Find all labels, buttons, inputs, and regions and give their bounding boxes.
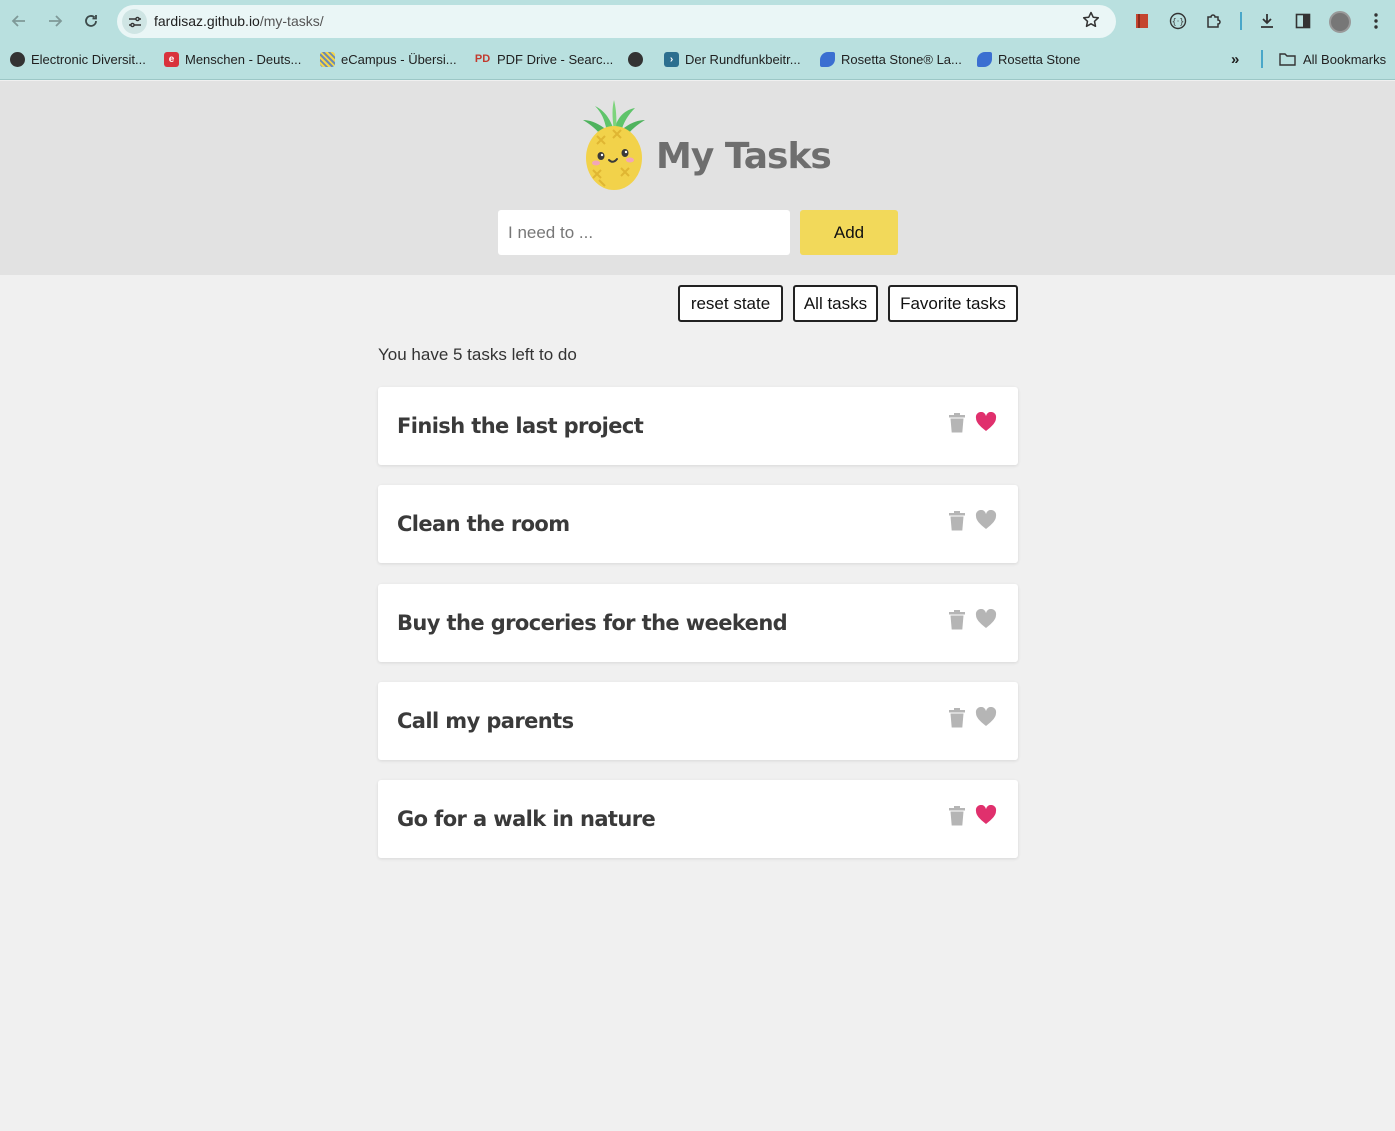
all-bookmarks-button[interactable]: All Bookmarks (1279, 47, 1386, 71)
trash-icon[interactable] (948, 511, 966, 531)
trash-icon[interactable] (948, 610, 966, 630)
bookmark-item[interactable]: Electronic Diversit... (10, 47, 146, 71)
heart-icon[interactable] (975, 805, 997, 825)
url-path: /my-tasks/ (259, 13, 324, 29)
toolbar-separator (1240, 12, 1242, 30)
extensions-puzzle-icon[interactable] (1203, 10, 1225, 32)
trash-icon[interactable] (948, 413, 966, 433)
globe-icon (628, 51, 643, 67)
reload-button[interactable] (79, 9, 103, 33)
bookmark-item[interactable]: Rosetta Stone® La... (820, 47, 962, 71)
chevron-icon: › (664, 51, 679, 67)
ecampus-icon (320, 51, 335, 67)
bookmark-item[interactable]: PD PDF Drive - Searc... (474, 47, 613, 71)
profile-avatar[interactable] (1329, 11, 1351, 33)
rosetta-icon (977, 51, 992, 67)
task-title[interactable]: Call my parents (397, 682, 574, 760)
more-bookmarks-chevron-icon[interactable]: » (1231, 47, 1239, 71)
side-panel-icon[interactable] (1292, 10, 1314, 32)
reload-icon (85, 15, 97, 27)
rosetta-icon (820, 51, 835, 67)
tasks-left-counter: You have 5 tasks left to do (378, 345, 577, 364)
bookmark-label: Menschen - Deuts... (185, 51, 302, 67)
bookmark-label: Electronic Diversit... (31, 51, 146, 67)
all-tasks-button[interactable]: All tasks (793, 285, 878, 322)
site-info-icon[interactable] (122, 9, 147, 34)
forward-button[interactable] (43, 9, 67, 33)
all-bookmarks-label: All Bookmarks (1303, 51, 1387, 67)
heart-icon[interactable] (975, 609, 997, 629)
task-item: Go for a walk in nature (378, 780, 1018, 858)
url-host: fardisaz.github.io (154, 13, 260, 29)
task-title[interactable]: Finish the last project (397, 387, 644, 465)
pdf-icon: PD (474, 53, 491, 65)
bookmark-label: Rosetta Stone (998, 51, 1081, 67)
trash-icon[interactable] (948, 806, 966, 826)
back-button[interactable] (7, 9, 31, 33)
bookmark-item[interactable] (628, 47, 649, 71)
task-item: Call my parents (378, 682, 1018, 760)
bookmark-item[interactable]: eCampus - Übersi... (320, 47, 457, 71)
e-icon: e (164, 51, 179, 67)
task-item: Finish the last project (378, 387, 1018, 465)
bookmark-label: eCampus - Übersi... (341, 51, 457, 67)
bookmarks-separator (1261, 50, 1263, 68)
arrow-right-icon (49, 15, 63, 27)
globe-icon (10, 51, 25, 67)
arrow-left-icon (11, 15, 25, 27)
trash-icon[interactable] (948, 708, 966, 728)
reset-state-button[interactable]: reset state (678, 285, 783, 322)
download-icon[interactable] (1256, 10, 1278, 32)
menu-kebab-icon[interactable] (1365, 10, 1387, 32)
task-title[interactable]: Go for a walk in nature (397, 780, 656, 858)
pineapple-logo (583, 100, 645, 190)
bookmarks-bar: Electronic Diversit... e Menschen - Deut… (0, 47, 1395, 71)
task-item: Clean the room (378, 485, 1018, 563)
extension-code-icon[interactable]: {·} (1167, 10, 1189, 32)
heart-icon[interactable] (975, 412, 997, 432)
extension-book-icon[interactable] (1131, 10, 1153, 32)
heart-icon[interactable] (975, 510, 997, 530)
bookmark-item[interactable]: e Menschen - Deuts... (164, 47, 301, 71)
url-text: fardisaz.github.io/my-tasks/ (154, 13, 324, 29)
app-title: My Tasks (656, 136, 832, 177)
bookmark-label: Der Rundfunkbeitr... (685, 51, 801, 67)
bookmark-label: PDF Drive - Searc... (497, 51, 614, 67)
task-item: Buy the groceries for the weekend (378, 584, 1018, 662)
bookmark-label: Rosetta Stone® La... (841, 51, 962, 67)
browser-chrome: fardisaz.github.io/my-tasks/ {·} Electro… (0, 0, 1395, 80)
favorite-tasks-button[interactable]: Favorite tasks (888, 285, 1018, 322)
browser-toolbar: fardisaz.github.io/my-tasks/ {·} (0, 0, 1395, 42)
heart-icon[interactable] (975, 707, 997, 727)
bookmark-star-icon[interactable] (1082, 11, 1100, 34)
task-input[interactable] (498, 210, 790, 255)
address-bar[interactable]: fardisaz.github.io/my-tasks/ (117, 5, 1116, 38)
task-title[interactable]: Buy the groceries for the weekend (397, 584, 788, 662)
bookmark-item[interactable]: › Der Rundfunkbeitr... (664, 47, 801, 71)
folder-icon (1279, 53, 1296, 66)
add-button[interactable]: Add (800, 210, 898, 255)
task-title[interactable]: Clean the room (397, 485, 570, 563)
svg-text:{·}: {·} (1172, 17, 1185, 26)
app-header: My Tasks Add (0, 81, 1395, 275)
bookmark-item[interactable]: Rosetta Stone (977, 47, 1080, 71)
